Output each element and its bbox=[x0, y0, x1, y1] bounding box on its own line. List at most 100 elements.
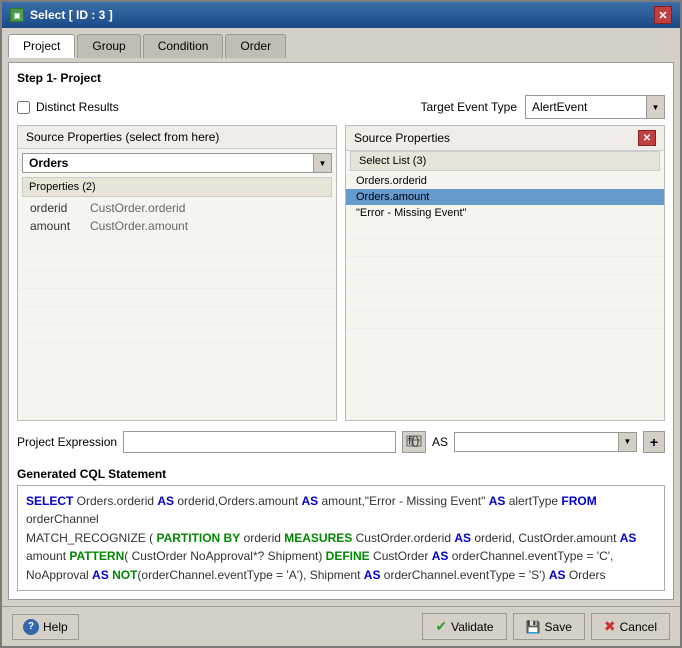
tab-condition[interactable]: Condition bbox=[143, 34, 224, 58]
property-value-amount: CustOrder.amount bbox=[90, 219, 188, 233]
window-title: Select [ ID : 3 ] bbox=[30, 8, 113, 22]
as-dropdown-btn[interactable]: ▼ bbox=[618, 433, 636, 451]
source-panels: Source Properties (select from here) Ord… bbox=[17, 125, 665, 421]
orders-dropdown-btn[interactable]: ▼ bbox=[313, 154, 331, 172]
empty-row-5 bbox=[18, 307, 336, 325]
as-input[interactable] bbox=[455, 433, 618, 451]
distinct-results-checkbox[interactable] bbox=[17, 101, 30, 114]
tab-bar: Project Group Condition Order bbox=[8, 34, 674, 58]
target-event-type-label: Target Event Type bbox=[420, 100, 517, 114]
cql-14: (orderChannel.eventType = 'A'), Shipment bbox=[137, 568, 363, 582]
empty-row-2 bbox=[18, 253, 336, 271]
cql-as9: AS bbox=[549, 568, 566, 582]
svg-text:f(): f() bbox=[408, 435, 419, 448]
empty-row-3 bbox=[18, 271, 336, 289]
validate-label: Validate bbox=[451, 620, 493, 634]
right-empty-row-4 bbox=[346, 275, 664, 293]
save-icon: 💾 bbox=[526, 620, 541, 634]
window-icon: ▣ bbox=[10, 8, 24, 22]
cql-as1: AS bbox=[157, 494, 174, 508]
cql-2: orderid,Orders.amount bbox=[174, 494, 301, 508]
tab-group[interactable]: Group bbox=[77, 34, 140, 58]
help-label: Help bbox=[43, 620, 68, 634]
properties-header: Properties (2) bbox=[22, 177, 332, 197]
builder-icon: f() bbox=[406, 435, 422, 449]
content-area: Project Group Condition Order Step 1- Pr… bbox=[2, 28, 680, 606]
cql-as3: AS bbox=[489, 494, 506, 508]
property-value-orderid: CustOrder.orderid bbox=[90, 201, 185, 215]
select-list-item-2[interactable]: "Error - Missing Event" bbox=[346, 205, 664, 221]
distinct-results-label: Distinct Results bbox=[36, 100, 119, 114]
cql-6: orderid bbox=[240, 531, 284, 545]
tab-project[interactable]: Project bbox=[8, 34, 75, 58]
target-event-type-value: AlertEvent bbox=[526, 98, 646, 116]
help-button[interactable]: ? Help bbox=[12, 614, 79, 640]
title-bar: ▣ Select [ ID : 3 ] ✕ bbox=[2, 2, 680, 28]
cql-not: NOT bbox=[112, 568, 137, 582]
left-panel-title: Source Properties (select from here) bbox=[26, 130, 219, 144]
cql-7: CustOrder.orderid bbox=[352, 531, 454, 545]
project-expression-label: Project Expression bbox=[17, 435, 117, 449]
cql-16: Orders bbox=[565, 568, 605, 582]
cql-as6: AS bbox=[432, 549, 449, 563]
right-panel-header: Source Properties ✕ bbox=[346, 126, 664, 151]
cql-section: Generated CQL Statement SELECT Orders.or… bbox=[17, 467, 665, 592]
property-row-amount: amount CustOrder.amount bbox=[18, 217, 336, 235]
select-list-header: Select List (3) bbox=[350, 151, 660, 171]
orders-dropdown[interactable]: Orders ▼ bbox=[22, 153, 332, 173]
select-list-item-1[interactable]: Orders.amount bbox=[346, 189, 664, 205]
cql-as7: AS bbox=[92, 568, 109, 582]
right-source-panel: Source Properties ✕ Select List (3) Orde… bbox=[345, 125, 665, 421]
select-list-item-0[interactable]: Orders.orderid bbox=[346, 173, 664, 189]
right-empty-row-3 bbox=[346, 257, 664, 275]
cancel-button[interactable]: ✖ Cancel bbox=[591, 613, 670, 640]
validate-icon: ✔ bbox=[435, 618, 447, 635]
cql-label: Generated CQL Statement bbox=[17, 467, 665, 481]
add-button[interactable]: + bbox=[643, 431, 665, 453]
project-expression-input[interactable] bbox=[123, 431, 396, 453]
right-empty-row-5 bbox=[346, 293, 664, 311]
cql-4: alertType bbox=[505, 494, 561, 508]
remove-button[interactable]: ✕ bbox=[638, 130, 656, 146]
validate-button[interactable]: ✔ Validate bbox=[422, 613, 506, 640]
cql-partition: PARTITION BY bbox=[156, 531, 240, 545]
title-bar-left: ▣ Select [ ID : 3 ] bbox=[10, 8, 113, 22]
left-panel-header: Source Properties (select from here) bbox=[18, 126, 336, 149]
cql-as5: AS bbox=[620, 531, 637, 545]
cql-as8: AS bbox=[364, 568, 381, 582]
cql-3: amount,"Error - Missing Event" bbox=[318, 494, 489, 508]
top-options-row: Distinct Results Target Event Type Alert… bbox=[17, 95, 665, 119]
help-icon: ? bbox=[23, 619, 39, 635]
cql-as2: AS bbox=[301, 494, 318, 508]
empty-row-4 bbox=[18, 289, 336, 307]
empty-row-6 bbox=[18, 325, 336, 343]
property-row-orderid: orderid CustOrder.orderid bbox=[18, 199, 336, 217]
right-empty-row-1 bbox=[346, 221, 664, 239]
property-name-orderid: orderid bbox=[30, 201, 80, 215]
cql-1: Orders.orderid bbox=[77, 494, 158, 508]
close-button[interactable]: ✕ bbox=[654, 6, 672, 24]
target-event-type-dropdown[interactable]: AlertEvent ▼ bbox=[525, 95, 665, 119]
cql-15: orderChannel.eventType = 'S') bbox=[380, 568, 548, 582]
cql-5: orderChannel MATCH_RECOGNIZE ( bbox=[26, 512, 156, 545]
orders-value: Orders bbox=[23, 154, 313, 172]
cancel-icon: ✖ bbox=[604, 618, 616, 635]
save-button[interactable]: 💾 Save bbox=[513, 613, 585, 640]
property-name-amount: amount bbox=[30, 219, 80, 233]
tab-order[interactable]: Order bbox=[225, 34, 286, 58]
distinct-results-row: Distinct Results bbox=[17, 100, 337, 114]
main-window: ▣ Select [ ID : 3 ] ✕ Project Group Cond… bbox=[0, 0, 682, 648]
cql-8: orderid, CustOrder.amount bbox=[471, 531, 620, 545]
expression-builder-button[interactable]: f() bbox=[402, 431, 426, 453]
as-label: AS bbox=[432, 435, 448, 449]
cql-pattern: PATTERN bbox=[69, 549, 124, 563]
target-event-type-row: Target Event Type AlertEvent ▼ bbox=[345, 95, 665, 119]
as-input-container: ▼ bbox=[454, 432, 637, 452]
target-event-type-dropdown-btn[interactable]: ▼ bbox=[646, 96, 664, 118]
save-label: Save bbox=[545, 620, 572, 634]
right-panel-title: Source Properties bbox=[354, 131, 450, 145]
cql-as4: AS bbox=[454, 531, 471, 545]
cql-define: DEFINE bbox=[326, 549, 370, 563]
step-label: Step 1- Project bbox=[17, 71, 665, 85]
cql-measures: MEASURES bbox=[284, 531, 352, 545]
